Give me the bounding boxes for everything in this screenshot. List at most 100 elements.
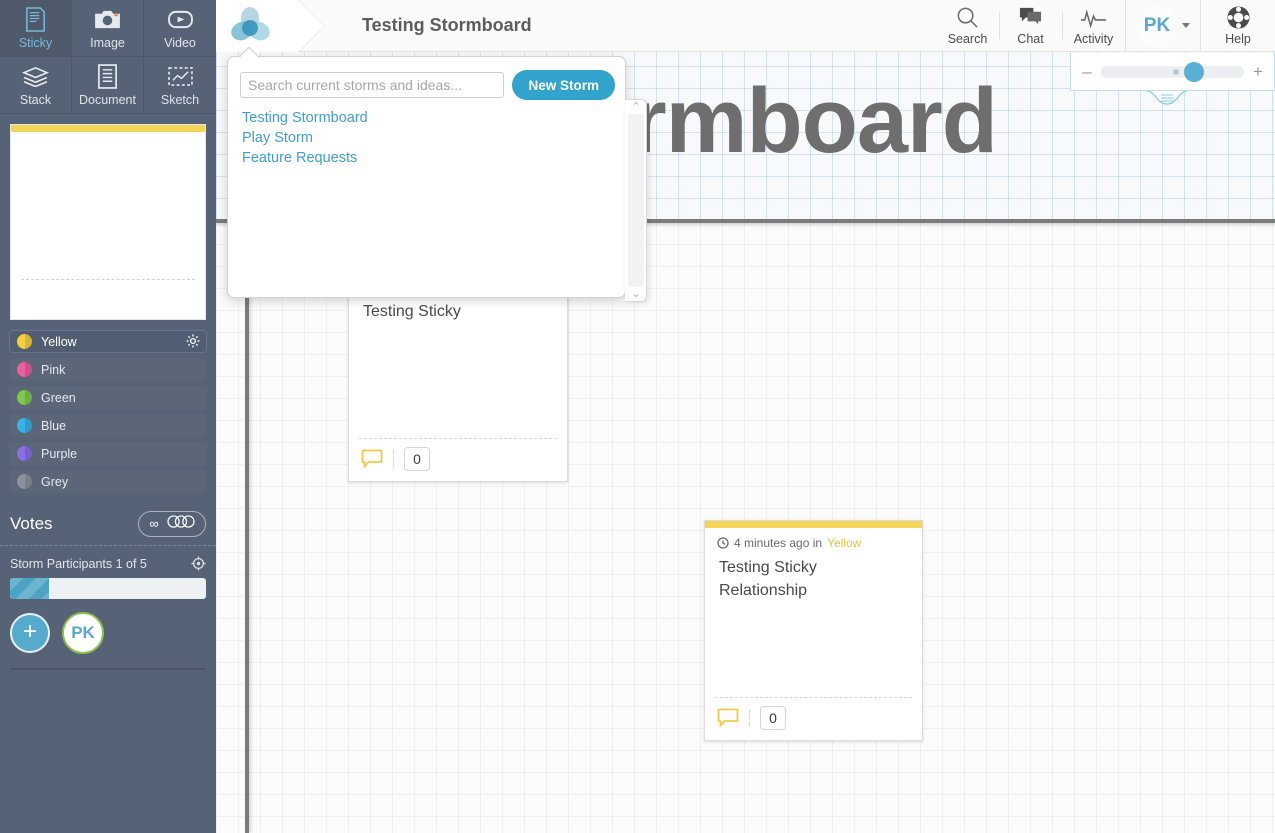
canvas-vertical-rule <box>245 222 249 833</box>
tool-image[interactable]: Image <box>72 0 144 57</box>
sketch-chart-icon <box>167 64 194 90</box>
help-label: Help <box>1225 31 1251 46</box>
top-actions: Search Chat Activity PK Help <box>936 0 1275 51</box>
storm-list-item[interactable]: Testing Stormboard <box>242 108 611 128</box>
color-swatch <box>17 362 32 377</box>
tool-document[interactable]: Document <box>72 57 144 114</box>
user-menu[interactable]: PK <box>1126 0 1200 51</box>
tool-stack-label: Stack <box>19 92 52 107</box>
tool-palette: Sticky Image Video Stack Document Sketch <box>0 0 216 114</box>
tool-sticky[interactable]: Sticky <box>0 0 72 57</box>
color-row-green[interactable]: Green <box>9 386 207 409</box>
comment-bubble-icon[interactable] <box>361 449 383 469</box>
color-row-purple[interactable]: Purple <box>9 442 207 465</box>
page-title: Testing Stormboard <box>362 15 532 35</box>
scroll-up-icon[interactable]: ⌃ <box>630 102 642 113</box>
color-row-blue[interactable]: Blue <box>9 414 207 437</box>
camera-icon <box>94 7 121 33</box>
sticky-color-name: Yellow <box>827 536 862 550</box>
sticky-preview[interactable] <box>10 124 206 320</box>
video-play-icon <box>167 7 194 33</box>
document-icon <box>97 64 118 90</box>
search-icon <box>955 6 980 30</box>
color-row-pink[interactable]: Pink <box>9 358 207 381</box>
brand-chevron[interactable] <box>216 0 325 52</box>
tool-video[interactable]: Video <box>144 0 216 57</box>
sticky-text[interactable]: Testing Sticky <box>349 290 567 438</box>
clock-icon <box>717 537 729 549</box>
zoom-in-button[interactable]: + <box>1252 62 1264 82</box>
comment-bubble-icon[interactable] <box>717 708 739 728</box>
footer-divider <box>393 451 394 467</box>
help-button[interactable]: Help <box>1201 0 1275 51</box>
panel-scrollbar[interactable]: ⌃ ⌄ <box>625 99 647 302</box>
stormboard-app: tormboard Testing Sticky 0 4 minutes ago… <box>0 0 1275 833</box>
scrollbar-track[interactable] <box>628 114 644 287</box>
tool-video-label: Video <box>164 35 196 50</box>
color-label: Green <box>41 390 76 405</box>
color-label: Grey <box>41 474 69 489</box>
color-label: Blue <box>41 418 67 433</box>
new-storm-button[interactable]: New Storm <box>512 70 615 100</box>
color-swatch <box>17 390 32 405</box>
vote-count[interactable]: 0 <box>760 706 786 730</box>
color-swatch <box>17 334 32 349</box>
gear-icon[interactable] <box>186 334 200 348</box>
tool-document-label: Document <box>79 92 136 107</box>
tool-image-label: Image <box>90 35 125 50</box>
activity-icon <box>1080 6 1107 30</box>
sticky-color-strip <box>705 521 922 528</box>
search-input[interactable] <box>240 72 505 98</box>
infinity-icon: ∞ <box>149 516 159 531</box>
participant-avatar[interactable]: PK <box>62 612 104 654</box>
sticky-note[interactable]: Testing Sticky 0 <box>348 285 568 482</box>
participants-header: Storm Participants 1 of 5 <box>10 556 206 571</box>
sticky-meta: 4 minutes ago in Yellow <box>705 528 922 550</box>
zoom-control[interactable]: – + <box>1070 53 1275 91</box>
sticky-text[interactable]: Testing Sticky Relationship <box>705 550 922 697</box>
preview-footer <box>21 279 195 319</box>
stormboard-logo[interactable] <box>230 7 270 45</box>
sidebar-divider <box>10 668 206 670</box>
tool-sketch-label: Sketch <box>160 92 200 107</box>
sticky-timestamp: 4 minutes ago in <box>734 536 823 550</box>
preview-body[interactable] <box>11 132 205 279</box>
zoom-default-marker <box>1172 68 1179 75</box>
color-row-yellow[interactable]: Yellow <box>9 330 207 353</box>
chat-icon <box>1018 6 1043 30</box>
votes-label: Votes <box>10 513 53 533</box>
avatar: PK <box>1136 4 1178 47</box>
storm-list-item[interactable]: Feature Requests <box>242 148 611 168</box>
participants-progress-fill <box>10 578 50 599</box>
panel-header: New Storm <box>228 57 625 108</box>
participant-avatars: + PK <box>10 612 206 654</box>
left-sidebar: Sticky Image Video Stack Document Sketch… <box>0 0 216 833</box>
layers-icon <box>22 64 49 90</box>
chat-button[interactable]: Chat <box>999 0 1062 51</box>
target-icon[interactable] <box>191 556 206 571</box>
zoom-slider-handle[interactable] <box>1183 61 1204 82</box>
activity-label: Activity <box>1073 31 1114 46</box>
storm-list-item[interactable]: Play Storm <box>242 128 611 148</box>
sticky-note[interactable]: 4 minutes ago in Yellow Testing Sticky R… <box>704 520 923 741</box>
scroll-down-icon[interactable]: ⌄ <box>630 289 642 300</box>
activity-button[interactable]: Activity <box>1062 0 1125 51</box>
color-swatch <box>17 474 32 489</box>
votes-setting-toggle[interactable]: ∞ <box>138 510 206 537</box>
add-participant-button[interactable]: + <box>10 613 50 653</box>
sticky-footer: 0 <box>715 697 912 740</box>
tool-sticky-label: Sticky <box>18 35 53 50</box>
vote-count[interactable]: 0 <box>404 447 430 471</box>
zoom-panel-handle[interactable] <box>1146 90 1188 105</box>
tool-stack[interactable]: Stack <box>0 57 72 114</box>
vote-chips-icon <box>167 514 195 533</box>
zoom-slider-track[interactable] <box>1101 61 1244 82</box>
zoom-out-button[interactable]: – <box>1081 62 1093 82</box>
search-button[interactable]: Search <box>936 0 999 51</box>
color-swatch <box>17 418 32 433</box>
color-row-grey[interactable]: Grey <box>9 470 207 493</box>
panel-pointer <box>240 46 262 58</box>
footer-divider <box>749 710 750 726</box>
storm-switcher-panel[interactable]: New Storm Testing Stormboard Play Storm … <box>227 46 647 302</box>
tool-sketch[interactable]: Sketch <box>144 57 216 114</box>
